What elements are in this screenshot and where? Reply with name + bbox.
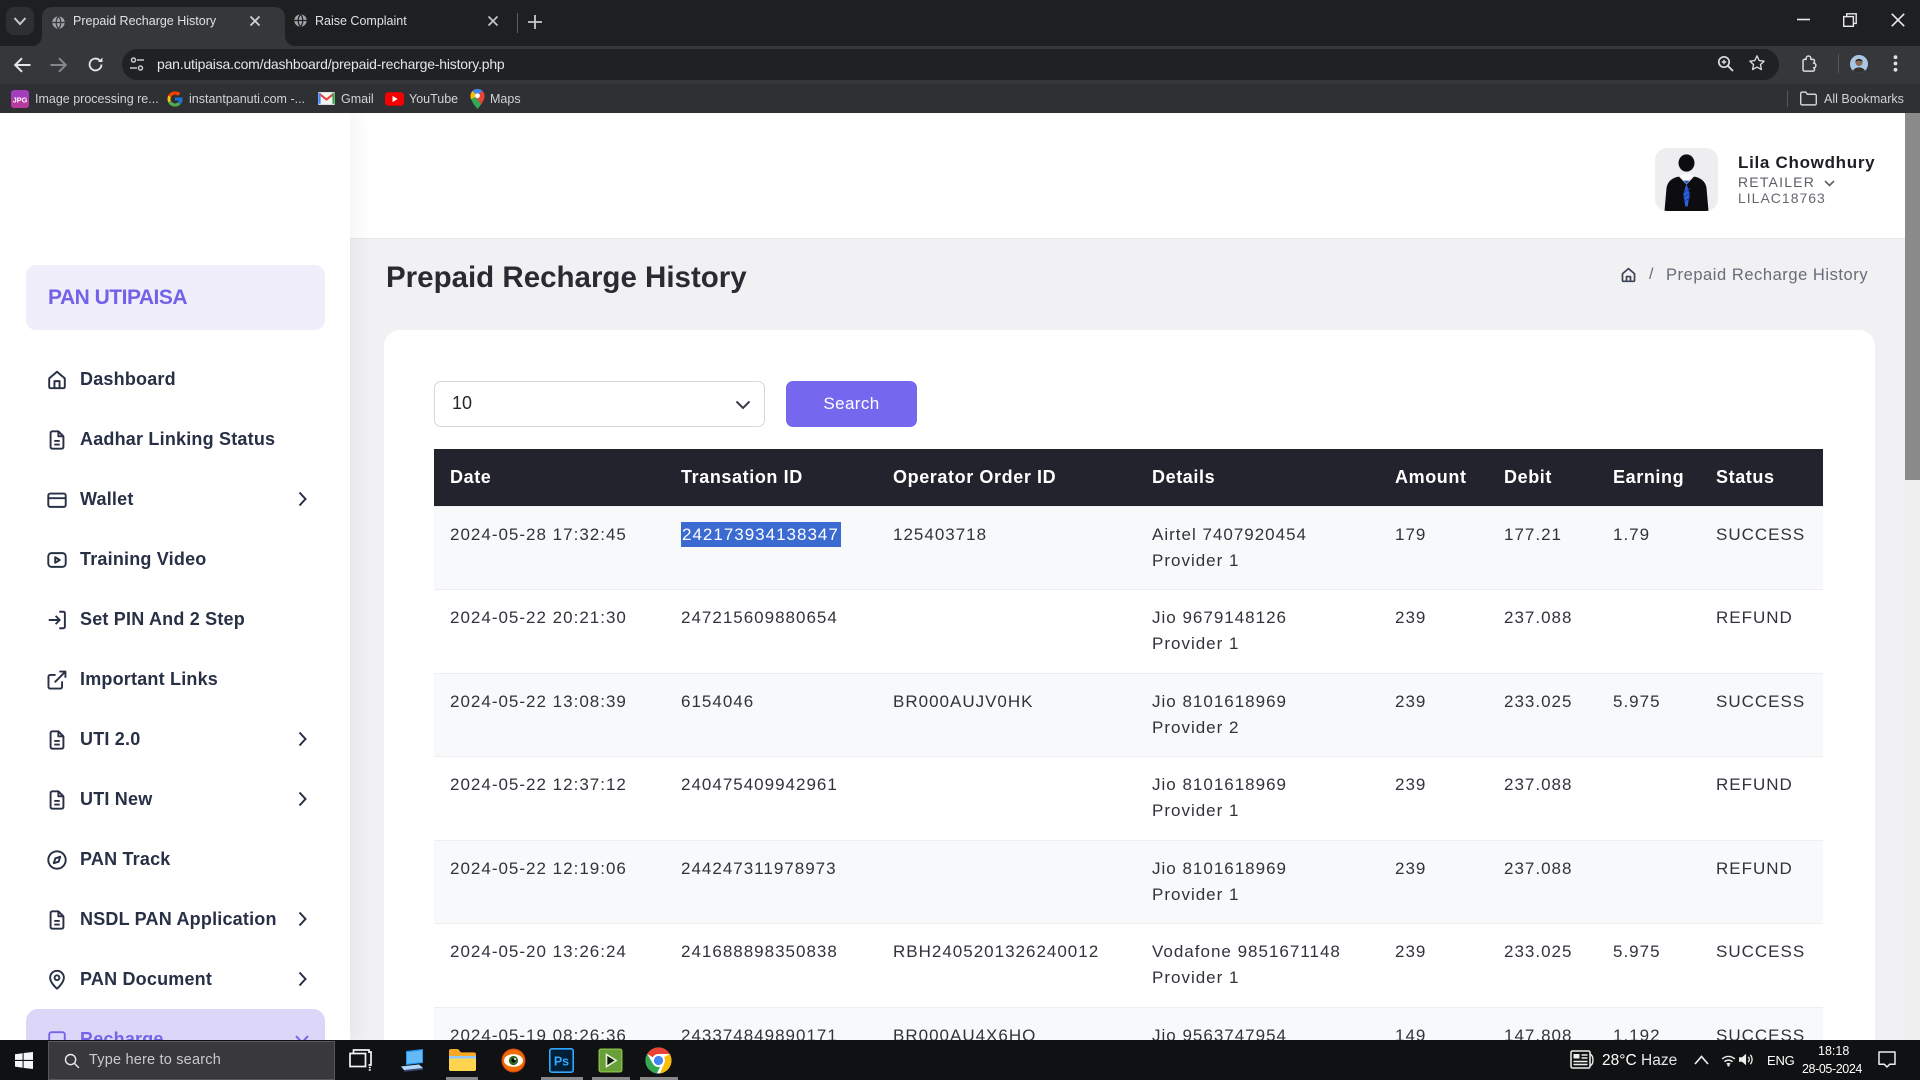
svg-text:Ps: Ps [554, 1054, 569, 1068]
svg-text:JPG: JPG [13, 96, 28, 105]
